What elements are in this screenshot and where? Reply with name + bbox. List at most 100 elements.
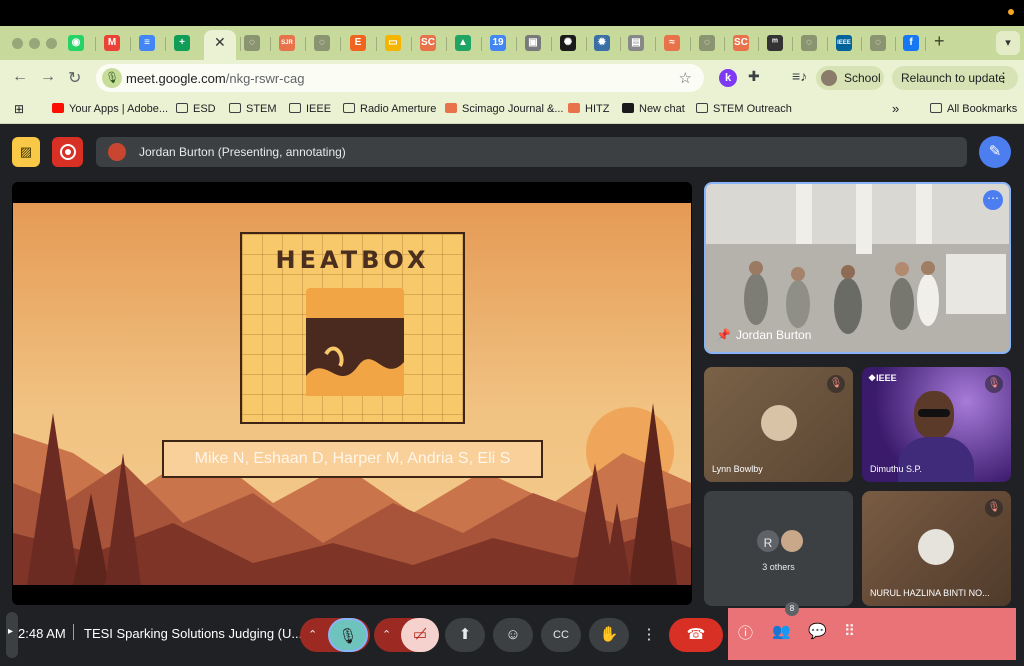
loading-tab-icon-5[interactable]: ◌	[870, 35, 886, 51]
participant-tile-nurul[interactable]: 🎙 NURUL HAZLINA BINTI NO...	[862, 491, 1011, 606]
browser-tab-bar: ◉ M ≡ + ◌ SJR ◌ E ▭ SC ▲ 19 ▣ ✺ ✹ ▤ ≈ ◌ SC ᵐ ◌ IEEE ◌ f ✕ + ▾	[0, 26, 1024, 60]
extensions-puzzle-icon[interactable]: ✚	[748, 68, 760, 85]
sjr-tab-icon[interactable]: SJR	[279, 35, 295, 51]
docs-tab-icon[interactable]: ≡	[139, 35, 155, 51]
whatsapp-tab-icon[interactable]: ◉	[68, 35, 84, 51]
microphone-off-button[interactable]: 🎙	[328, 618, 368, 652]
bookmark-your-apps-adobe[interactable]: Your Apps | Adobe...	[52, 103, 168, 115]
recording-indicator-dot	[1008, 9, 1014, 15]
leave-call-button[interactable]: ☎	[669, 618, 723, 652]
participant-tile-others[interactable]: R 3 others	[704, 491, 853, 606]
people-icon[interactable]: 👥	[772, 622, 791, 640]
ieee-tab-icon[interactable]: IEEE	[836, 35, 852, 51]
bookmark-scimago-journal[interactable]: Scimago Journal &...	[445, 103, 564, 115]
hitz-tab-icon[interactable]: ≈	[664, 35, 680, 51]
image-tab-icon[interactable]: ▣	[525, 35, 541, 51]
gear-tab-icon[interactable]: ✹	[594, 35, 610, 51]
activities-icon[interactable]: ⠿	[844, 622, 855, 640]
folder-icon	[229, 103, 241, 113]
reload-icon[interactable]: ↻	[68, 68, 81, 88]
folder-icon	[289, 103, 301, 113]
side-panel-controls: ⓘ 👥 💬 ⠿	[728, 608, 1016, 660]
address-bar[interactable]: 🎙 meet.google.com/nkg-rswr-cag ☆	[96, 64, 704, 92]
loading-tab-icon-2[interactable]: ◌	[314, 35, 330, 51]
tab-separator	[240, 37, 241, 51]
meeting-info-icon[interactable]: ⓘ	[738, 622, 753, 643]
page-tab-icon[interactable]: ▤	[628, 35, 644, 51]
monday-tab-icon[interactable]: ᵐ	[767, 35, 783, 51]
tile-name-nurul: NURUL HAZLINA BINTI NO...	[870, 588, 990, 598]
expand-handle-icon[interactable]	[6, 612, 18, 658]
extension-k-icon[interactable]: k	[719, 69, 737, 87]
tile-name-lynn: Lynn Bowlby	[712, 464, 763, 474]
tab-separator	[724, 37, 725, 51]
audio-options-chevron-icon[interactable]: ⌃	[308, 618, 317, 652]
media-controls-icon[interactable]: ≡♪	[792, 68, 807, 84]
forward-arrow-icon[interactable]: →	[40, 68, 56, 86]
meeting-title: TESI Sparking Solutions Judging (U...	[84, 626, 303, 641]
profile-label: School	[844, 71, 881, 85]
window-close-button[interactable]	[12, 38, 23, 49]
bookmark-new-chat[interactable]: New chat	[622, 103, 685, 115]
back-arrow-icon[interactable]: ←	[12, 68, 28, 86]
apps-grid-icon[interactable]: ⊞	[14, 102, 24, 116]
bookmark-ieee[interactable]: IEEE	[289, 103, 331, 115]
raise-hand-button[interactable]: ✋	[589, 618, 629, 652]
all-bookmarks-link[interactable]: All Bookmarks	[930, 103, 1017, 115]
drive-tab-icon[interactable]: ▲	[455, 35, 471, 51]
hide-presentation-icon[interactable]: ▨	[12, 137, 40, 167]
bookmark-stem[interactable]: STEM	[229, 103, 277, 115]
pin-icon[interactable]: 📌	[716, 328, 731, 342]
bookmark-hitz[interactable]: HITZ	[568, 103, 609, 115]
bookmark-label: New chat	[639, 103, 685, 115]
calendar-tab-icon[interactable]: 19	[490, 35, 506, 51]
participant-tile-lynn[interactable]: 🎙 Lynn Bowlby	[704, 367, 853, 482]
tab-separator	[340, 37, 341, 51]
chatgpt-tab-icon[interactable]: ✺	[560, 35, 576, 51]
window-zoom-button[interactable]	[46, 38, 57, 49]
relaunch-to-update-button[interactable]: Relaunch to update ⋮	[892, 66, 1018, 90]
folder-icon	[930, 103, 942, 113]
etsy-tab-icon[interactable]: E	[350, 35, 366, 51]
profile-chip[interactable]: School	[816, 66, 884, 90]
adobe-icon	[52, 103, 64, 113]
chat-icon[interactable]: 💬	[808, 622, 827, 640]
sheets-tab-icon[interactable]: +	[174, 35, 190, 51]
microphone-in-use-icon[interactable]: 🎙	[102, 68, 122, 88]
captions-button[interactable]: CC	[541, 618, 581, 652]
facebook-tab-icon[interactable]: f	[903, 35, 919, 51]
sc-tab-icon[interactable]: SC	[420, 35, 436, 51]
loading-tab-icon-3[interactable]: ◌	[699, 35, 715, 51]
bookmark-radio-amerture[interactable]: Radio Amerture	[343, 103, 436, 115]
close-tab-icon[interactable]: ✕	[214, 34, 226, 51]
gmail-tab-icon[interactable]: M	[104, 35, 120, 51]
muted-mic-icon: 🎙	[985, 499, 1003, 517]
new-tab-button[interactable]: +	[934, 31, 945, 52]
tab-search-dropdown-icon[interactable]: ▾	[996, 31, 1020, 55]
video-options-chevron-icon[interactable]: ⌃	[382, 618, 391, 652]
presenter-avatar	[108, 143, 126, 161]
annotate-pen-icon[interactable]: ✎	[979, 136, 1011, 168]
bookmark-stem-outreach[interactable]: STEM Outreach	[696, 103, 792, 115]
slides-tab-icon[interactable]: ▭	[385, 35, 401, 51]
bookmark-esd[interactable]: ESD	[176, 103, 216, 115]
url-text[interactable]: meet.google.com/nkg-rswr-cag	[126, 71, 304, 86]
more-options-icon[interactable]: ⋮	[637, 618, 661, 652]
tab-separator	[305, 37, 306, 51]
kebab-menu-icon[interactable]: ⋮	[997, 70, 1010, 86]
emoji-reactions-button[interactable]: ☺	[493, 618, 533, 652]
loading-tab-icon-4[interactable]: ◌	[801, 35, 817, 51]
camera-off-button[interactable]: ▭̸	[401, 618, 439, 652]
recording-button[interactable]	[52, 137, 83, 167]
loading-tab-icon[interactable]: ◌	[244, 35, 260, 51]
sc-tab-icon-2[interactable]: SC	[733, 35, 749, 51]
tab-separator	[758, 37, 759, 51]
bookmarks-overflow-icon[interactable]: »	[892, 101, 899, 116]
bookmark-star-icon[interactable]: ☆	[679, 69, 692, 87]
tile-options-icon[interactable]: ⋯	[983, 190, 1003, 210]
window-minimize-button[interactable]	[29, 38, 40, 49]
participant-tile-jordan[interactable]: ⋯ 📌 Jordan Burton	[704, 182, 1011, 354]
present-screen-button[interactable]: ⬆	[445, 618, 485, 652]
participant-tile-dimuthu[interactable]: ❖IEEE 🎙 Dimuthu S.P.	[862, 367, 1011, 482]
tab-separator	[586, 37, 587, 51]
